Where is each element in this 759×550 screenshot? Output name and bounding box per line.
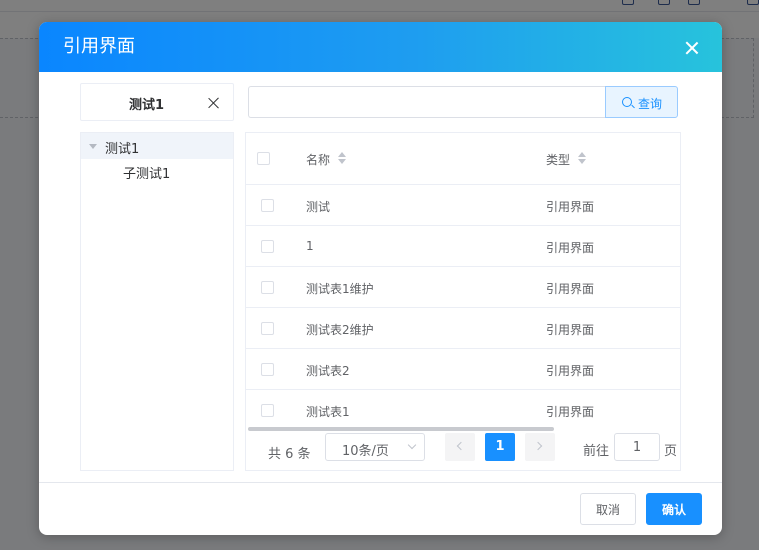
prev-page-button[interactable] xyxy=(445,433,475,461)
goto-unit-label: 页 xyxy=(664,444,678,459)
search-input[interactable] xyxy=(248,86,606,118)
table-row[interactable]: 1 引用界面 xyxy=(246,226,680,267)
selected-tab[interactable]: 测试1 xyxy=(80,83,234,121)
cell-name: 测试 xyxy=(306,200,331,214)
reference-dialog: 引用界面 测试1 测试1 子测试1 查询 名称 类型 测试 引用界面 1 引用界… xyxy=(39,22,722,535)
table-row[interactable]: 测试表1维护 引用界面 xyxy=(246,267,680,308)
cell-type: 引用界面 xyxy=(546,364,595,378)
cell-name: 1 xyxy=(306,239,314,253)
select-all-checkbox[interactable] xyxy=(257,152,270,165)
row-checkbox[interactable] xyxy=(261,363,274,376)
page-number-current[interactable]: 1 xyxy=(485,433,515,461)
search-button[interactable]: 查询 xyxy=(605,86,678,118)
scrollbar-thumb[interactable] xyxy=(248,427,554,431)
tree-node-label: 测试1 xyxy=(105,142,140,157)
close-icon[interactable] xyxy=(208,97,220,109)
confirm-button[interactable]: 确认 xyxy=(646,493,702,525)
selected-tab-label: 测试1 xyxy=(129,98,165,113)
row-checkbox[interactable] xyxy=(261,322,274,335)
tree-node-label: 子测试1 xyxy=(123,167,171,182)
chevron-left-icon xyxy=(456,441,466,451)
cell-type: 引用界面 xyxy=(546,200,595,214)
cell-name: 测试表1维护 xyxy=(306,282,374,296)
dialog-header: 引用界面 xyxy=(39,22,722,72)
cell-type: 引用界面 xyxy=(546,241,595,255)
close-icon[interactable] xyxy=(685,41,699,55)
goto-page-input[interactable] xyxy=(614,433,660,461)
row-checkbox[interactable] xyxy=(261,199,274,212)
page-size-select[interactable]: 10条/页 xyxy=(325,433,425,461)
cell-name: 测试表1 xyxy=(306,405,350,419)
cell-type: 引用界面 xyxy=(546,405,595,419)
table-row[interactable]: 测试表2 引用界面 xyxy=(246,349,680,390)
cell-name: 测试表2 xyxy=(306,364,350,378)
tree-panel: 测试1 子测试1 xyxy=(80,132,234,471)
tree-node-root[interactable]: 测试1 xyxy=(81,133,233,159)
search-icon xyxy=(622,97,632,107)
caret-down-icon[interactable] xyxy=(89,144,97,149)
table-row[interactable]: 测试 引用界面 xyxy=(246,185,680,226)
chevron-down-icon xyxy=(407,440,417,450)
chevron-right-icon xyxy=(533,441,543,451)
cell-name: 测试表2维护 xyxy=(306,323,374,337)
search-button-label: 查询 xyxy=(638,97,663,111)
cell-type: 引用界面 xyxy=(546,282,595,296)
row-checkbox[interactable] xyxy=(261,281,274,294)
page-size-value: 10条/页 xyxy=(342,444,389,459)
cancel-button[interactable]: 取消 xyxy=(580,493,636,525)
row-checkbox[interactable] xyxy=(261,404,274,417)
table-row[interactable]: 测试表2维护 引用界面 xyxy=(246,308,680,349)
table-header: 名称 类型 xyxy=(246,133,680,185)
column-header-name: 名称 xyxy=(306,153,331,167)
cell-type: 引用界面 xyxy=(546,323,595,337)
goto-label: 前往 xyxy=(583,444,610,459)
data-table: 名称 类型 测试 引用界面 1 引用界面 测试表1维护 引用界面 测试表2维护 … xyxy=(245,132,681,471)
pagination-total: 共 6 条 xyxy=(268,447,311,462)
next-page-button[interactable] xyxy=(525,433,555,461)
sort-icon[interactable] xyxy=(577,152,587,166)
column-header-type: 类型 xyxy=(546,153,571,167)
dialog-title: 引用界面 xyxy=(63,36,135,57)
tree-node-child[interactable]: 子测试1 xyxy=(81,159,233,185)
row-checkbox[interactable] xyxy=(261,240,274,253)
footer-divider xyxy=(39,482,722,483)
sort-icon[interactable] xyxy=(337,152,347,166)
